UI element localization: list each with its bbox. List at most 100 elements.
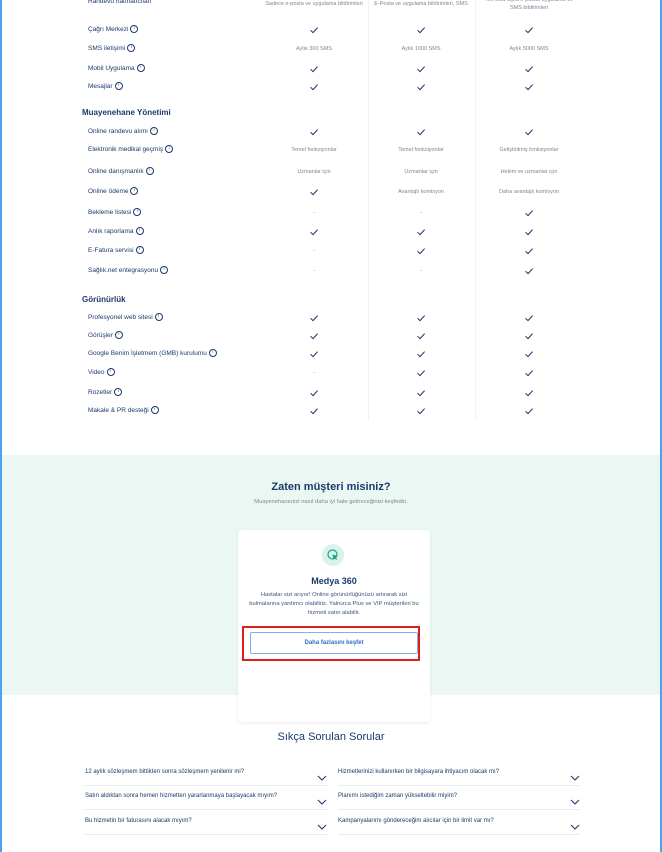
cursor-click-icon [322,544,344,566]
feature-name: Online danışmanlık [88,168,144,175]
check-icon [371,363,471,383]
feature-name: Google Benim İşletmem (GMB) kurulumu [88,350,207,357]
plan-cell: Hekim ve uzmanlar için [500,169,558,175]
info-icon[interactable]: i [135,227,144,236]
info-icon[interactable]: i [127,44,136,53]
faq-item[interactable]: Satın aldıktan sonra hemen hizmetten yar… [85,787,327,810]
table-row: Video i - [0,363,662,383]
chevron-down-icon[interactable] [570,818,580,830]
info-icon[interactable]: i [154,313,163,322]
faq-item[interactable]: Kampanyalarımı göndereceğim alıcılar içi… [338,812,580,835]
table-row: Bekleme listesi i - - [0,203,662,223]
check-icon [479,59,579,79]
plan-cell: Avantajlı komisyon [398,189,444,195]
info-icon[interactable]: i [149,127,158,136]
check-icon [264,344,364,364]
info-icon[interactable]: i [150,406,159,415]
feature-label: SMS iletişimi i [88,39,136,59]
check-icon [479,203,579,223]
feature-name: Sağlık.net entegrasyonu [88,267,159,274]
feature-label: Randevu hatırlatıcıları [88,0,152,5]
check-icon [371,344,471,364]
plan-cell: - [420,268,422,274]
feature-name: Anlık raporlama [88,228,134,235]
plan-cell: Uzmanlar için [297,169,331,175]
table-row: Görüşler i [0,326,662,346]
faq-question: Bu hizmetin bir faturasını alacak mıyım? [85,818,192,824]
plan-cell: - [420,210,422,216]
check-icon [371,222,471,242]
check-icon [479,222,579,242]
faq-item[interactable]: Hizmetlerinizi kullanırken bir bilgisaya… [338,763,580,786]
feature-label: Elektronik medikal geçmiş i [88,140,174,160]
info-icon[interactable]: i [130,187,139,196]
check-icon [264,383,364,403]
info-icon[interactable]: i [114,331,123,340]
chevron-down-icon[interactable] [570,793,580,805]
plan-cell: - [313,370,315,376]
faq-item[interactable]: 12 aylık sözleşmem bittikten sonra sözle… [85,763,327,786]
check-icon [264,308,364,328]
feature-name: Mesajlar [88,83,113,90]
info-icon[interactable]: i [145,167,154,176]
info-icon[interactable]: i [114,388,123,397]
info-icon[interactable]: i [106,368,115,377]
info-icon[interactable]: i [208,349,217,358]
faq-item[interactable]: Bu hizmetin bir faturasını alacak mıyım? [85,812,327,835]
feature-name: E-Fatura servisi [88,247,134,254]
feature-name: Video [88,369,105,376]
info-icon[interactable]: i [133,208,142,217]
table-row: Rozetler i [0,383,662,403]
feature-label: Mobil Uygulama i [88,59,145,79]
feature-label: Online ödeme i [88,182,139,202]
check-icon [264,222,364,242]
table-row: SMS iletişimi i Aylık 300 SMS Aylık 1000 SM… [0,39,662,59]
plan-cell: Daha avantajlı komisyon [499,189,559,195]
check-icon [479,20,579,40]
feature-name: Rozetler [88,389,113,396]
plan-cell: Uzmanlar için [404,169,438,175]
check-icon [479,344,579,364]
section-title-visibility: Görünürlük [82,295,126,304]
check-icon [264,122,364,142]
table-row: Online randevu alımı i [0,122,662,142]
feature-name: Profesyonel web sitesi [88,314,153,321]
table-row: Randevu hatırlatıcıları Sadece e-posta ve… [0,0,662,14]
check-icon [264,401,364,421]
table-row: Profesyonel web sitesi i [0,308,662,328]
info-icon[interactable]: i [135,246,144,255]
feature-label: Mesajlar i [88,77,123,97]
check-icon [479,241,579,261]
feature-label: Profesyonel web sitesi i [88,308,163,328]
feature-label: Google Benim İşletmem (GMB) kurulumu i [88,344,217,364]
plan-cell: Tek tıkla toplu e-posta, uygulama ve SMS… [485,0,573,11]
faq-item[interactable]: Planımı istediğim zaman yükseltebilir mi… [338,787,580,810]
check-icon [371,383,471,403]
info-icon[interactable]: i [160,266,169,275]
check-icon [479,363,579,383]
check-icon [371,326,471,346]
table-row: Google Benim İşletmem (GMB) kurulumu i [0,344,662,364]
feature-name: Online randevu alımı [88,128,148,135]
chevron-down-icon[interactable] [570,769,580,781]
plan-cell: Aylık 1000 SMS [401,46,441,52]
customer-subtitle: Muayenehanenizi nasıl daha iyi hale geti… [254,499,408,505]
feature-label: Rozetler i [88,383,123,403]
section-title-management: Muayenehane Yönetimi [82,108,171,117]
chevron-down-icon[interactable] [317,818,327,830]
feature-name: SMS iletişimi [88,45,126,52]
info-icon[interactable]: i [165,145,174,154]
info-icon[interactable]: i [114,82,123,91]
chevron-down-icon[interactable] [317,793,327,805]
check-icon [371,77,471,97]
feature-name: Elektronik medikal geçmiş [88,146,164,153]
chevron-down-icon[interactable] [317,769,327,781]
highlight-box [242,626,420,661]
plan-cell: Aylık 5000 SMS [509,46,549,52]
info-icon[interactable]: i [136,64,145,73]
info-icon[interactable]: i [130,25,139,34]
faq-question: Planımı istediğim zaman yükseltebilir mi… [338,793,458,799]
check-icon [264,77,364,97]
faq-question: Hizmetlerinizi kullanırken bir bilgisaya… [338,769,500,775]
feature-label: Bekleme listesi i [88,203,142,223]
